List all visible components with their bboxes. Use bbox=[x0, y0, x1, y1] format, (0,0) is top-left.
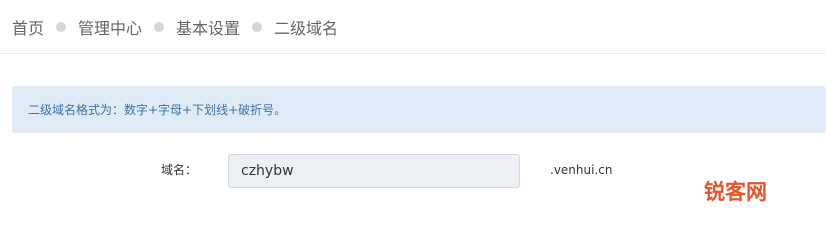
site-watermark-logo: 锐客网 bbox=[704, 176, 767, 206]
breadcrumb-separator-dot-icon bbox=[56, 22, 67, 32]
breadcrumb-separator-dot-icon bbox=[252, 22, 263, 32]
domain-suffix: .venhui.cn bbox=[550, 163, 613, 177]
breadcrumb-home-link[interactable]: 首页 bbox=[12, 15, 44, 39]
info-alert-text: 二级域名格式为：数字+字母+下划线+破折号。 bbox=[28, 103, 287, 117]
breadcrumb: 首页 管理中心 基本设置 二级域名 bbox=[12, 0, 338, 54]
subdomain-input[interactable] bbox=[228, 154, 520, 188]
watermark-text: 锐客网 bbox=[704, 180, 767, 204]
breadcrumb-separator-dot-icon bbox=[154, 22, 165, 32]
breadcrumb-current-page: 二级域名 bbox=[274, 19, 339, 38]
info-alert: 二级域名格式为：数字+字母+下划线+破折号。 bbox=[12, 86, 826, 133]
domain-label: 域名： bbox=[161, 163, 198, 177]
breadcrumb-admin-center-link[interactable]: 管理中心 bbox=[78, 15, 142, 39]
header-divider bbox=[0, 53, 826, 54]
breadcrumb-basic-settings-link[interactable]: 基本设置 bbox=[176, 15, 240, 39]
